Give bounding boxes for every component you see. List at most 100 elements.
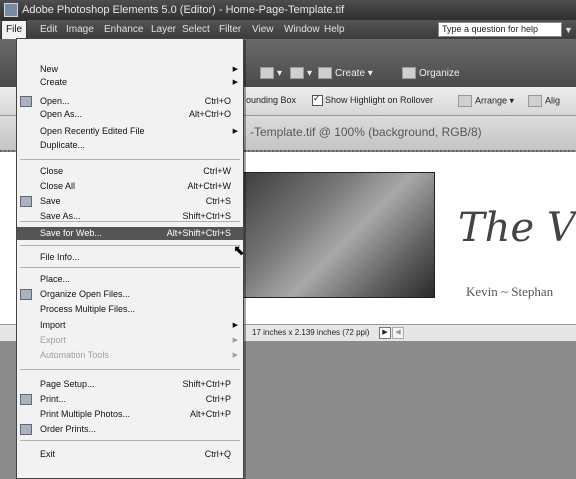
help-dropdown-icon[interactable]: ▼ bbox=[564, 25, 573, 35]
menu-image[interactable]: Image bbox=[62, 20, 98, 39]
file-menu-item-save-for-web[interactable]: Save for Web... Alt+Shift+Ctrl+S bbox=[17, 227, 243, 240]
menu-item-label: Open... bbox=[40, 96, 70, 106]
organize-button[interactable]: Organize bbox=[402, 65, 460, 83]
file-menu-item-page-setup[interactable]: Page Setup... Shift+Ctrl+P bbox=[17, 378, 243, 391]
menu-item-label: Open As... bbox=[40, 109, 83, 119]
help-search-input[interactable]: Type a question for help bbox=[438, 22, 562, 37]
menu-help[interactable]: Help bbox=[320, 20, 349, 39]
file-menu-item-open-recently-edited-file[interactable]: Open Recently Edited File ▶ bbox=[17, 125, 243, 138]
file-menu-item-create[interactable]: Create ▶ bbox=[17, 76, 243, 89]
file-menu-item-export[interactable]: Export ▶ bbox=[17, 334, 243, 347]
submenu-arrow-icon: ▶ bbox=[232, 322, 238, 329]
menu-item-label: Print Multiple Photos... bbox=[40, 409, 131, 419]
print-icon bbox=[20, 394, 32, 405]
menu-item-label: Order Prints... bbox=[40, 424, 97, 434]
menu-enhance[interactable]: Enhance bbox=[100, 20, 147, 39]
menu-item-shortcut: Shift+Ctrl+P bbox=[182, 379, 231, 389]
align-label: Alig bbox=[545, 95, 561, 106]
align-button[interactable]: Alig bbox=[528, 95, 560, 107]
file-menu-item-place[interactable]: Place... bbox=[17, 273, 243, 286]
menu-select[interactable]: Select bbox=[178, 20, 214, 39]
create-icon bbox=[318, 67, 332, 80]
menu-item-label: New bbox=[40, 64, 59, 74]
document-tab-title: -Template.tif @ 100% (background, RGB/8) bbox=[250, 125, 482, 139]
submenu-arrow-icon: ▶ bbox=[232, 66, 238, 73]
menu-item-label: Automation Tools bbox=[40, 350, 109, 360]
file-menu-item-order-prints[interactable]: Order Prints... bbox=[17, 423, 243, 436]
scroll-left-icon[interactable]: ◀ bbox=[392, 327, 404, 339]
checkbox-icon[interactable] bbox=[312, 93, 323, 107]
file-menu-item-open-as[interactable]: Open As... Alt+Ctrl+O bbox=[17, 108, 243, 121]
file-menu-item-exit[interactable]: Exit Ctrl+Q bbox=[17, 448, 243, 461]
menu-file[interactable]: File bbox=[1, 20, 28, 39]
save-icon bbox=[20, 196, 32, 207]
menu-edit[interactable]: Edit bbox=[36, 20, 61, 39]
menu-item-label: Save bbox=[40, 196, 61, 206]
menu-item-shortcut: Ctrl+O bbox=[204, 96, 231, 106]
menu-item-label: Organize Open Files... bbox=[40, 289, 131, 299]
mouse-cursor-icon: ⬉ bbox=[233, 242, 245, 258]
window-title: Adobe Photoshop Elements 5.0 (Editor) - … bbox=[22, 4, 345, 16]
menu-item-label: File Info... bbox=[40, 252, 80, 262]
menu-item-label: Process Multiple Files... bbox=[40, 304, 136, 314]
menu-separator bbox=[20, 440, 240, 441]
menu-view[interactable]: View bbox=[248, 20, 278, 39]
menu-layer[interactable]: Layer bbox=[147, 20, 180, 39]
menu-item-shortcut: Alt+Ctrl+P bbox=[189, 409, 231, 419]
app-icon bbox=[4, 3, 18, 17]
submenu-arrow-icon: ▶ bbox=[232, 79, 238, 86]
arrange-button[interactable]: Arrange ▾ bbox=[458, 95, 514, 107]
file-menu-item-close-all[interactable]: Close All Alt+Ctrl+W bbox=[17, 180, 243, 193]
file-menu-item-import[interactable]: Import ▶ bbox=[17, 319, 243, 332]
file-menu-item-new[interactable]: New ▶ bbox=[17, 63, 243, 76]
menu-separator bbox=[20, 369, 240, 370]
menu-window[interactable]: Window bbox=[280, 20, 324, 39]
file-menu-item-open[interactable]: Open... Ctrl+O bbox=[17, 95, 243, 108]
baby-photo bbox=[235, 172, 435, 298]
new-toolbar-button[interactable]: ▾ bbox=[260, 65, 282, 83]
menu-separator bbox=[20, 159, 240, 160]
menu-item-label: Place... bbox=[40, 274, 71, 284]
new-icon bbox=[260, 67, 274, 80]
file-menu-item-print-multiple-photos[interactable]: Print Multiple Photos... Alt+Ctrl+P bbox=[17, 408, 243, 421]
file-menu-item-automation-tools[interactable]: Automation Tools ▶ bbox=[17, 349, 243, 362]
open-icon bbox=[20, 96, 32, 107]
menu-item-label: Export bbox=[40, 335, 67, 345]
bounding-box-option[interactable]: ounding Box bbox=[246, 95, 296, 105]
menu-item-shortcut: Alt+Shift+Ctrl+S bbox=[166, 228, 231, 238]
align-icon bbox=[528, 95, 542, 107]
menu-item-label: Create bbox=[40, 77, 68, 87]
organize-icon bbox=[20, 289, 32, 300]
show-highlight-option[interactable]: Show Highlight on Rollover bbox=[312, 93, 434, 107]
menu-separator bbox=[20, 245, 240, 246]
create-button[interactable]: Create ▾ bbox=[318, 65, 373, 83]
menu-item-label: Exit bbox=[40, 449, 56, 459]
show-highlight-label: Show Highlight on Rollover bbox=[325, 95, 434, 105]
arrange-label: Arrange bbox=[475, 95, 508, 106]
menu-filter[interactable]: Filter bbox=[215, 20, 245, 39]
status-menu-arrow-icon[interactable]: ▶ bbox=[379, 327, 391, 339]
menu-item-shortcut: Ctrl+Q bbox=[204, 449, 231, 459]
menu-item-label: Import bbox=[40, 320, 66, 330]
file-menu-item-close[interactable]: Close Ctrl+W bbox=[17, 165, 243, 178]
menu-item-shortcut: Ctrl+W bbox=[203, 166, 231, 176]
file-menu-item-print[interactable]: Print... Ctrl+P bbox=[17, 393, 243, 406]
create-label: Create bbox=[335, 68, 366, 79]
menu-item-label: Close bbox=[40, 166, 64, 176]
menu-item-label: Page Setup... bbox=[40, 379, 95, 389]
file-menu-item-organize-open-files[interactable]: Organize Open Files... bbox=[17, 288, 243, 301]
title-bar: Adobe Photoshop Elements 5.0 (Editor) - … bbox=[0, 0, 576, 20]
file-menu-dropdown: New ▶ Create ▶ Open... Ctrl+O Open As... Alt+Ct… bbox=[16, 38, 244, 479]
file-menu-item-file-info[interactable]: File Info... bbox=[17, 251, 243, 264]
menu-item-shortcut: Alt+Ctrl+O bbox=[188, 109, 231, 119]
organize-grid-icon bbox=[402, 67, 416, 80]
menu-separator bbox=[20, 267, 240, 268]
arrange-icon bbox=[458, 95, 472, 107]
menu-item-label: Print... bbox=[40, 394, 67, 404]
file-menu-item-duplicate[interactable]: Duplicate... bbox=[17, 139, 243, 152]
file-menu-item-process-multiple-files[interactable]: Process Multiple Files... bbox=[17, 303, 243, 316]
submenu-arrow-icon: ▶ bbox=[232, 352, 238, 359]
submenu-arrow-icon: ▶ bbox=[232, 128, 238, 135]
open-toolbar-button[interactable]: ▾ bbox=[290, 65, 312, 83]
file-menu-item-save[interactable]: Save Ctrl+S bbox=[17, 195, 243, 208]
